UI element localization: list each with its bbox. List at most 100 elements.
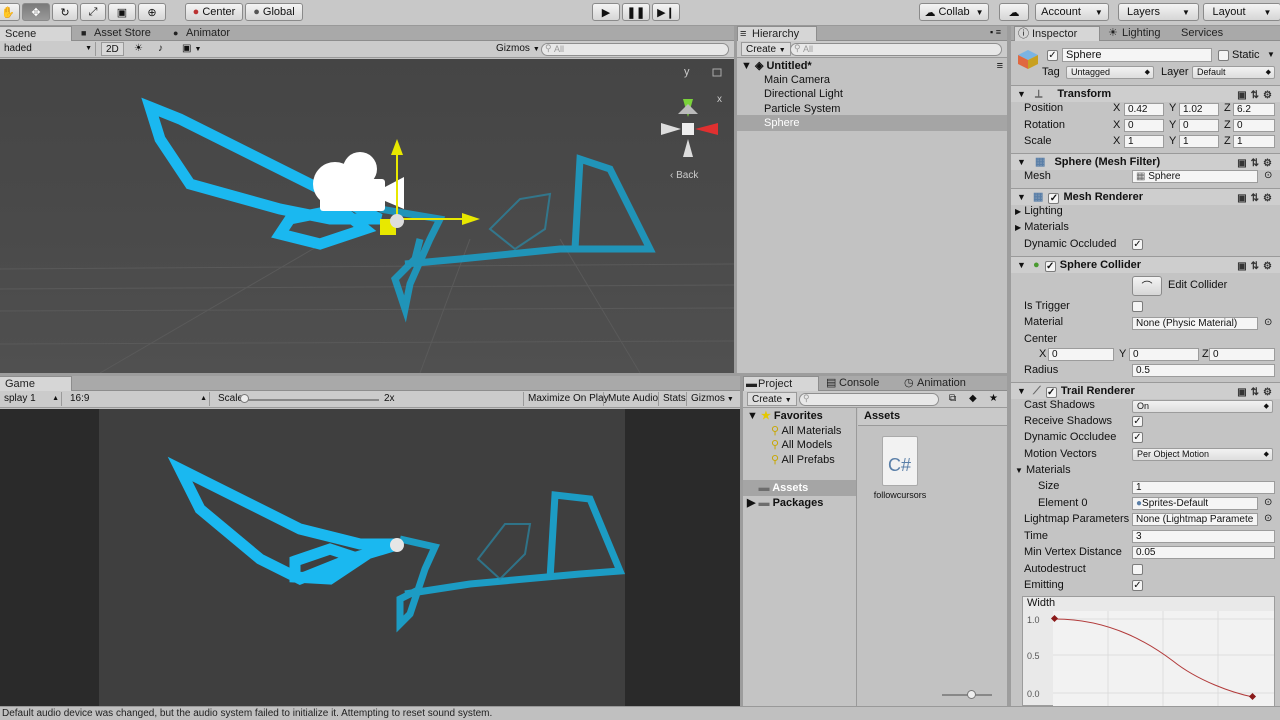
- edit-collider-button[interactable]: ⌒: [1132, 276, 1162, 296]
- mesh-filter-header[interactable]: ▼ ▦ Sphere (Mesh Filter) ▣⇅⚙: [1011, 153, 1280, 170]
- component-menu-icons[interactable]: ▣⇅⚙: [1237, 385, 1276, 401]
- maximize-on-play-toggle[interactable]: Maximize On Play: [523, 392, 613, 406]
- chevron-down-icon[interactable]: ▼: [1267, 50, 1275, 59]
- tab-lighting[interactable]: ☀ Lighting: [1105, 26, 1161, 41]
- favorites-all-prefabs[interactable]: ⚲ All Prefabs: [743, 452, 856, 468]
- vertical-splitter[interactable]: [734, 26, 737, 373]
- game-gizmos-dropdown[interactable]: Gizmos ▼: [686, 392, 738, 406]
- tab-game[interactable]: ◎ Game: [0, 376, 72, 391]
- inspector-splitter[interactable]: [1007, 26, 1011, 706]
- play-button[interactable]: ▶: [592, 3, 620, 21]
- tab-animator[interactable]: ● Animator: [172, 26, 230, 41]
- tab-scene[interactable]: #Scene: [0, 26, 72, 41]
- object-picker-icon[interactable]: ⊙: [1264, 317, 1272, 328]
- object-picker-icon[interactable]: ⊙: [1264, 513, 1272, 524]
- scene-viewport[interactable]: y x ‹ Back: [0, 59, 734, 373]
- sphere-collider-header[interactable]: ▼ ● ✓ Sphere Collider ▣⇅⚙: [1011, 256, 1280, 273]
- audio-toggle[interactable]: ♪: [154, 42, 167, 56]
- active-checkbox[interactable]: ✓: [1047, 50, 1058, 61]
- pause-button[interactable]: ❚❚: [622, 3, 650, 21]
- scale-tool-button[interactable]: ⤢: [80, 3, 106, 21]
- project-create-dropdown[interactable]: Create ▼: [747, 392, 797, 406]
- tab-project[interactable]: ▬ Project: [743, 376, 819, 391]
- tab-console[interactable]: ▤ Console: [825, 376, 879, 391]
- tab-animation[interactable]: ◷ Animation: [903, 376, 966, 391]
- radius-field[interactable]: 0.5: [1132, 364, 1275, 377]
- game-viewport[interactable]: [0, 409, 740, 706]
- width-curve-editor[interactable]: Width 1.0 0.5 0.0: [1022, 596, 1275, 706]
- mesh-renderer-enabled-checkbox[interactable]: ✓: [1048, 193, 1060, 204]
- icon-size-slider-thumb[interactable]: [967, 690, 976, 699]
- dynamic-occludee-checkbox[interactable]: ✓: [1132, 432, 1143, 443]
- sphere-collider-enabled-checkbox[interactable]: ✓: [1044, 261, 1056, 272]
- search-by-label-button[interactable]: ◆: [965, 392, 981, 406]
- lighting-toggle[interactable]: ☀: [130, 42, 147, 56]
- horizontal-splitter[interactable]: [0, 373, 1007, 376]
- object-picker-icon[interactable]: ⊙: [1264, 497, 1272, 508]
- rotate-tool-button[interactable]: ↻: [52, 3, 78, 21]
- effects-dropdown[interactable]: ▣ ▼: [178, 42, 205, 56]
- favorite-button[interactable]: ★: [985, 392, 1002, 406]
- min-vertex-distance-field[interactable]: 0.05: [1132, 546, 1275, 559]
- scale-slider-thumb[interactable]: [240, 394, 249, 403]
- layer-dropdown[interactable]: Default ◆: [1192, 66, 1275, 79]
- display-dropdown[interactable]: splay 1 ▲: [0, 392, 62, 406]
- assets-folder-item[interactable]: ▶ ▬ Assets: [743, 480, 856, 496]
- favorites-all-models[interactable]: ⚲ All Models: [743, 437, 856, 453]
- component-menu-icons[interactable]: ▣⇅⚙: [1237, 88, 1276, 104]
- status-bar[interactable]: Default audio device was changed, but th…: [0, 706, 1280, 720]
- rect-tool-button[interactable]: ▣: [108, 3, 136, 21]
- pivot-center-button[interactable]: ● Center: [185, 3, 243, 21]
- cloud-button[interactable]: ☁: [999, 3, 1029, 21]
- mesh-renderer-header[interactable]: ▼ ▦ ✓ Mesh Renderer ▣⇅⚙: [1011, 188, 1280, 205]
- center-x-field[interactable]: 0: [1048, 348, 1114, 361]
- search-by-type-button[interactable]: ⧉: [945, 392, 960, 406]
- transform-tool-button[interactable]: ⊕: [138, 3, 166, 21]
- autodestruct-checkbox[interactable]: [1132, 564, 1143, 575]
- packages-folder-item[interactable]: ▶ ▬ Packages: [743, 495, 856, 511]
- pivot-global-button[interactable]: ● Global: [245, 3, 303, 21]
- trail-renderer-enabled-checkbox[interactable]: ✓: [1045, 387, 1057, 398]
- move-tool-button[interactable]: ✥: [22, 3, 50, 21]
- mesh-field[interactable]: ▦ Sphere: [1132, 170, 1258, 183]
- time-field[interactable]: 3: [1132, 530, 1275, 543]
- collab-dropdown[interactable]: ☁ Collab ▼: [919, 3, 989, 21]
- rotation-y-field[interactable]: 0: [1179, 119, 1219, 132]
- object-picker-icon[interactable]: ⊙: [1264, 170, 1272, 181]
- component-menu-icons[interactable]: ▣⇅⚙: [1237, 259, 1276, 275]
- shading-mode-dropdown[interactable]: haded ▼: [0, 42, 96, 56]
- panel-menu-icon[interactable]: ▪ ≡: [990, 27, 1001, 37]
- layout-dropdown[interactable]: Layout ▼: [1203, 3, 1280, 21]
- tab-asset-store[interactable]: ■ Asset Store: [80, 26, 151, 41]
- emitting-checkbox[interactable]: ✓: [1132, 580, 1143, 591]
- scale-z-field[interactable]: 1: [1233, 135, 1275, 148]
- rotation-z-field[interactable]: 0: [1233, 119, 1275, 132]
- layers-dropdown[interactable]: Layers ▼: [1118, 3, 1199, 21]
- trail-renderer-header[interactable]: ▼ ⟋ ✓ Trail Renderer ▣⇅⚙: [1011, 382, 1280, 399]
- tag-dropdown[interactable]: Untagged ◆: [1066, 66, 1154, 79]
- position-x-field[interactable]: 0.42: [1124, 103, 1164, 116]
- center-y-field[interactable]: 0: [1129, 348, 1199, 361]
- rotation-x-field[interactable]: 0: [1124, 119, 1164, 132]
- lighting-foldout[interactable]: ▶ Lighting: [1015, 205, 1063, 217]
- vertical-splitter-lower[interactable]: [740, 376, 743, 706]
- center-z-field[interactable]: 0: [1209, 348, 1275, 361]
- hand-tool-button[interactable]: ✋: [0, 3, 20, 21]
- tab-hierarchy[interactable]: ≡ Hierarchy: [737, 26, 817, 41]
- static-checkbox[interactable]: [1218, 50, 1229, 61]
- tab-inspector[interactable]: ⓘ Inspector: [1014, 26, 1100, 41]
- position-y-field[interactable]: 1.02: [1179, 103, 1219, 116]
- gizmos-dropdown[interactable]: Gizmos ▼: [492, 42, 544, 56]
- aspect-dropdown[interactable]: 16:9 ▲: [66, 392, 210, 406]
- collider-material-field[interactable]: None (Physic Material): [1132, 317, 1258, 330]
- element0-field[interactable]: ●Sprites-Default: [1132, 497, 1258, 510]
- size-field[interactable]: 1: [1132, 481, 1275, 494]
- position-z-field[interactable]: 6.2: [1233, 103, 1275, 116]
- object-name-field[interactable]: Sphere: [1062, 48, 1212, 62]
- project-search-input[interactable]: ⚲: [799, 393, 939, 406]
- step-button[interactable]: ▶❙: [652, 3, 680, 21]
- hierarchy-item-sphere[interactable]: Sphere: [737, 115, 1007, 131]
- favorites-item[interactable]: ▼ ★ Favorites: [743, 408, 856, 424]
- dynamic-occluded-checkbox[interactable]: ✓: [1132, 239, 1143, 250]
- materials-foldout[interactable]: ▶ Materials: [1015, 221, 1069, 233]
